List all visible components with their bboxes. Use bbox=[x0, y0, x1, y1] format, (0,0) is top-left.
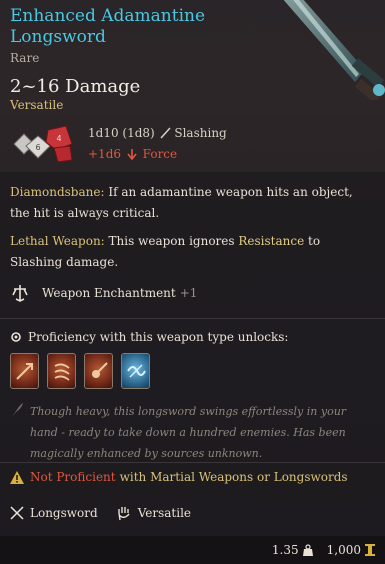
damage-dice: 1d10 (1d8) bbox=[88, 126, 155, 140]
warning-icon bbox=[10, 470, 24, 484]
not-proficient-label: Not Proficient bbox=[30, 470, 116, 484]
resistance-keyword[interactable]: Resistance bbox=[238, 234, 304, 248]
item-weight: 1.35 bbox=[271, 543, 299, 557]
damage-type: Slashing bbox=[174, 126, 227, 140]
property-label: Longsword bbox=[30, 506, 98, 520]
item-title: Enhanced Adamantine Longsword bbox=[10, 6, 206, 47]
hand-icon bbox=[117, 507, 130, 521]
ability-name: Lethal Weapon: bbox=[10, 234, 105, 248]
proficiency-header: Proficiency with this weapon type unlock… bbox=[10, 330, 288, 344]
item-tooltip: Enhanced Adamantine Longsword Rare 2~16 … bbox=[0, 0, 385, 564]
bonus-type: Force bbox=[142, 147, 178, 161]
gear-icon bbox=[11, 332, 21, 342]
ability-diamondsbane: Diamondsbane: If an adamantine weapon hi… bbox=[10, 182, 370, 224]
property-versatile: Versatile bbox=[116, 505, 191, 521]
ability-name: Diamondsbane: bbox=[10, 185, 105, 199]
sword-image bbox=[283, 0, 385, 100]
item-rarity: Rare bbox=[10, 51, 40, 65]
crossed-swords-icon bbox=[10, 506, 24, 520]
ability-lethal-weapon: Lethal Weapon: This weapon ignores Resis… bbox=[10, 231, 370, 273]
flourish-icon[interactable] bbox=[121, 353, 150, 389]
item-value: 1,000 bbox=[326, 543, 361, 557]
force-icon bbox=[127, 149, 137, 160]
item-property: Versatile bbox=[10, 98, 64, 112]
enchantment-icon bbox=[12, 285, 28, 302]
tooltip-header: Enhanced Adamantine Longsword Rare 2~16 … bbox=[0, 0, 385, 172]
item-damage: 2~16 Damage bbox=[10, 76, 141, 97]
bonus-damage-line: +1d6 Force bbox=[88, 147, 177, 161]
bonus-dice: +1d6 bbox=[88, 147, 122, 161]
proficiency-label: Proficiency with this weapon type unlock… bbox=[28, 330, 289, 344]
ability-text-before: This weapon ignores bbox=[108, 234, 235, 248]
item-stats: 1.35 1,000 bbox=[272, 543, 375, 557]
section-divider bbox=[0, 462, 385, 463]
enchantment-label: Weapon Enchantment bbox=[42, 286, 176, 300]
enchantment-bonus: +1 bbox=[179, 286, 198, 300]
weapon-properties: Longsword Versatile bbox=[10, 505, 209, 521]
weapon-actions bbox=[10, 353, 150, 389]
proficiency-warning: Not Proficient with Martial Weapons or L… bbox=[10, 470, 348, 484]
lacerate-icon[interactable] bbox=[47, 353, 76, 389]
weapon-enchantment: Weapon Enchantment +1 bbox=[10, 282, 197, 304]
damage-dice-line: 1d10 (1d8) Slashing bbox=[88, 126, 227, 140]
warning-text: with Martial Weapons or Longswords bbox=[119, 470, 348, 484]
svg-text:6: 6 bbox=[35, 143, 40, 152]
flavor-text: Though heavy, this longsword swings effo… bbox=[30, 405, 347, 460]
pommel-strike-icon[interactable] bbox=[84, 353, 113, 389]
property-label: Versatile bbox=[137, 506, 192, 520]
quill-icon bbox=[12, 403, 23, 417]
slashing-icon bbox=[159, 127, 171, 139]
dice-icon: 6 4 bbox=[13, 125, 73, 163]
section-divider bbox=[0, 318, 385, 319]
gold-icon bbox=[365, 544, 375, 556]
property-longsword: Longsword bbox=[10, 506, 98, 520]
cleave-icon[interactable] bbox=[10, 353, 39, 389]
weight-icon bbox=[302, 544, 313, 556]
svg-text:4: 4 bbox=[56, 134, 61, 143]
tooltip-footer: 1.35 1,000 bbox=[0, 536, 385, 564]
